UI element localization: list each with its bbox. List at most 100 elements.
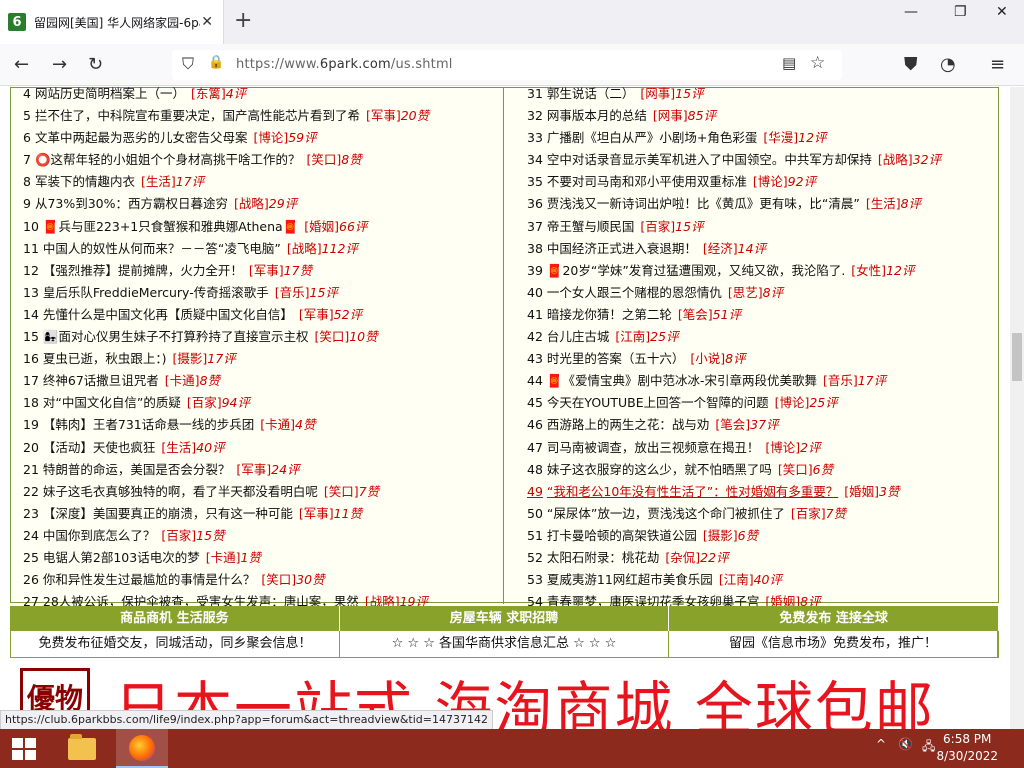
topic-category-link[interactable]: [笔会] [678, 307, 713, 322]
topic-category-link[interactable]: [女性] [851, 263, 886, 278]
topic-category-link[interactable]: [摄影] [173, 351, 208, 366]
classifieds-link-dating[interactable]: 免费发布征婚交友，同城活动，同乡聚会信息！ [11, 631, 340, 657]
topic-title-link[interactable]: 西游路上的两生之花：战与劝 [547, 417, 710, 432]
topic-category-link[interactable]: [笑口] [314, 329, 349, 344]
topic-title-link[interactable]: 先懂什么是中国文化再【质疑中国文化自信】 [43, 307, 293, 322]
topic-category-link[interactable]: [百家] [791, 506, 826, 521]
pocket-icon[interactable]: ⛊ [904, 54, 918, 75]
url-bar[interactable]: ⛉ 🔒 https://www.6park.com/us.shtml ▤ ☆ [172, 50, 842, 80]
topic-title-link[interactable]: 夏威夷游11网红超市美食乐园 [547, 572, 713, 587]
classifieds-link-market[interactable]: 留园《信息市场》免费发布，推广！ [669, 631, 998, 657]
tab-close-icon[interactable]: ✕ [201, 14, 213, 30]
new-tab-button[interactable]: + [234, 8, 252, 33]
topic-title-link[interactable]: 拦不住了，中科院宣布重要决定，国产高性能芯片看到了希 [35, 108, 360, 123]
topic-category-link[interactable]: [百家] [187, 395, 222, 410]
topic-category-link[interactable]: [笑口] [261, 572, 296, 587]
menu-icon[interactable]: ≡ [990, 54, 1005, 75]
topic-title-link[interactable]: 司马南被调查，放出三视频意在揭丑！ [547, 440, 760, 455]
topic-title-link[interactable]: 太阳石附录：桃花劫 [547, 550, 660, 565]
topic-title-link[interactable]: 不要对司马南和邓小平使用双重标准 [547, 174, 747, 189]
topic-title-link[interactable]: 🧧兵与匪223+1只食蟹猴和雅典娜Athena🧧 [43, 219, 298, 234]
page-scrollbar[interactable] [1010, 87, 1024, 729]
topic-title-link[interactable]: 皇后乐队FreddieMercury-传奇摇滚歌手 [43, 285, 269, 300]
topic-category-link[interactable]: [网事] [640, 87, 675, 101]
topic-category-link[interactable]: [经济] [703, 241, 738, 256]
topic-title-link[interactable]: 时光里的答案（五十六） [547, 351, 685, 366]
topic-title-link[interactable]: 中国你到底怎么了？ [43, 528, 156, 543]
forward-button[interactable]: → [52, 54, 67, 75]
topic-title-link[interactable]: 台儿庄古城 [547, 329, 610, 344]
classifieds-header-goods[interactable]: 商品商机 生活服务 [10, 606, 340, 631]
lock-icon[interactable]: 🔒 [208, 55, 224, 70]
topic-title-link[interactable]: 【强烈推荐】提前摊牌，火力全开！ [43, 263, 243, 278]
topic-category-link[interactable]: [百家] [161, 528, 196, 543]
browser-tab[interactable]: 6 留园网[美国] 华人网络家园-6park ✕ [0, 0, 224, 44]
topic-title-link[interactable]: 贾浅浅又一新诗词出炉啦！比《黄瓜》更有味，比“清晨” [547, 196, 860, 211]
topic-category-link[interactable]: [婚姻] [844, 484, 879, 499]
topic-category-link[interactable]: [江南] [615, 329, 650, 344]
topic-title-link[interactable]: 特朗普的命运，美国是否会分裂？ [43, 462, 231, 477]
topic-title-link[interactable]: 你和异性发生过最尴尬的事情是什么？ [43, 572, 256, 587]
topic-title-link[interactable]: 今天在YOUTUBE上回答一个智障的问题 [547, 395, 769, 410]
reader-view-icon[interactable]: ▤ [782, 54, 796, 72]
topic-category-link[interactable]: [军事] [299, 307, 334, 322]
topic-category-link[interactable]: [战略] [287, 241, 322, 256]
bookmark-star-icon[interactable]: ☆ [810, 53, 825, 73]
topic-title-link[interactable]: 妹子这衣服穿的这么少，就不怕晒黑了吗 [547, 462, 772, 477]
topic-category-link[interactable]: [音乐] [275, 285, 310, 300]
topic-title-link[interactable]: 从73%到30%：西方霸权日暮途穷 [35, 196, 228, 211]
topic-title-link[interactable]: 文革中两起最为恶劣的儿女密告父母案 [35, 130, 248, 145]
topic-title-link[interactable]: 打卡曼哈顿的高架铁道公园 [547, 528, 697, 543]
topic-title-link[interactable]: 军装下的情趣内衣 [35, 174, 135, 189]
topic-title-link[interactable]: 网站历史简明档案上（一） [35, 87, 185, 101]
topic-title-link[interactable]: 暗接龙你猜！之第二轮 [547, 307, 672, 322]
topic-category-link[interactable]: [思艺] [728, 285, 763, 300]
topic-title-link[interactable]: 🧧《爱情宝典》剧中范冰冰-宋引章两段优美歌舞 [547, 373, 817, 388]
topic-title-link[interactable]: 空中对话录音显示美军机进入了中国领空。中共军方却保持 [547, 152, 872, 167]
topic-category-link[interactable]: [卡通] [206, 550, 241, 565]
topic-category-link[interactable]: [小说] [690, 351, 725, 366]
shield-icon[interactable]: ⛉ [182, 54, 194, 74]
topic-category-link[interactable]: [笑口] [778, 462, 813, 477]
topic-category-link[interactable]: [博论] [775, 395, 810, 410]
topic-title-link[interactable]: 🧧20岁“学妹”发育过猛遭围观，又纯又欲，我沦陷了. [547, 263, 845, 278]
classifieds-header-housing[interactable]: 房屋车辆 求职招聘 [340, 606, 670, 631]
topic-category-link[interactable]: [卡通] [260, 417, 295, 432]
classifieds-header-free[interactable]: 免费发布 连接全球 [669, 606, 1000, 631]
topic-title-link[interactable]: 【活动】天使也疯狂 [43, 440, 156, 455]
taskbar-clock[interactable]: 6:58 PM 8/30/2022 [936, 731, 998, 765]
taskbar-firefox[interactable] [116, 729, 168, 768]
scroll-thumb[interactable] [1012, 333, 1022, 381]
topic-category-link[interactable]: [博论] [253, 130, 288, 145]
topic-title-link[interactable]: 广播剧《坦白从严》小剧场+角色彩蛋 [547, 130, 757, 145]
topic-title-link[interactable]: 中国人的奴性从何而来？－－答“凌飞电脑” [43, 241, 281, 256]
topic-title-link[interactable]: 对“中国文化自信”的质疑 [43, 395, 181, 410]
topic-title-link[interactable]: 一个女人跟三个赌棍的恩怨情仇 [547, 285, 722, 300]
topic-title-link[interactable]: “屎尿体”放一边，贾浅浅这个命门被抓住了 [547, 506, 785, 521]
minimize-button[interactable]: — [904, 4, 918, 20]
topic-title-link[interactable]: 中国经济正式进入衰退期！ [547, 241, 697, 256]
url-text[interactable]: https://www.6park.com/us.shtml [236, 57, 453, 72]
topic-title-link[interactable]: 网事版本月的总结 [547, 108, 647, 123]
topic-category-link[interactable]: [战略] [234, 196, 269, 211]
topic-title-link[interactable]: 郭生说话（二） [547, 87, 635, 101]
back-button[interactable]: ← [14, 54, 29, 75]
topic-category-link[interactable]: [音乐] [823, 373, 858, 388]
reload-button[interactable]: ↻ [88, 54, 103, 75]
topic-title-link[interactable]: 【韩肉】王者731话命悬一线的步兵团 [43, 417, 254, 432]
topic-title-link[interactable]: 帝王蟹与顺民国 [547, 219, 635, 234]
topic-category-link[interactable]: [生活] [866, 196, 901, 211]
topic-title-link[interactable]: “我和老公10年没有性生活了”：性对婚姻有多重要？ [547, 484, 838, 499]
topic-category-link[interactable]: [江南] [719, 572, 754, 587]
topic-category-link[interactable]: [博论] [765, 440, 800, 455]
topic-category-link[interactable]: [笑口] [307, 152, 342, 167]
topic-category-link[interactable]: [卡通] [165, 373, 200, 388]
topic-category-link[interactable]: [杂侃] [665, 550, 700, 565]
topic-title-link[interactable]: 夏虫已逝，秋虫跟上：) [43, 351, 167, 366]
topic-title-link[interactable]: 👩‍👧面对心仪男生妹子不打算矜持了直接宣示主权 [43, 329, 309, 344]
classifieds-link-business[interactable]: ☆ ☆ ☆ 各国华商供求信息汇总 ☆ ☆ ☆ [340, 631, 669, 657]
window-close-button[interactable]: ✕ [996, 4, 1008, 20]
topic-category-link[interactable]: [网事] [653, 108, 688, 123]
topic-category-link[interactable]: [军事] [236, 462, 271, 477]
topic-title-link[interactable]: 【深度】美国要真正的崩溃，只有这一种可能 [43, 506, 293, 521]
